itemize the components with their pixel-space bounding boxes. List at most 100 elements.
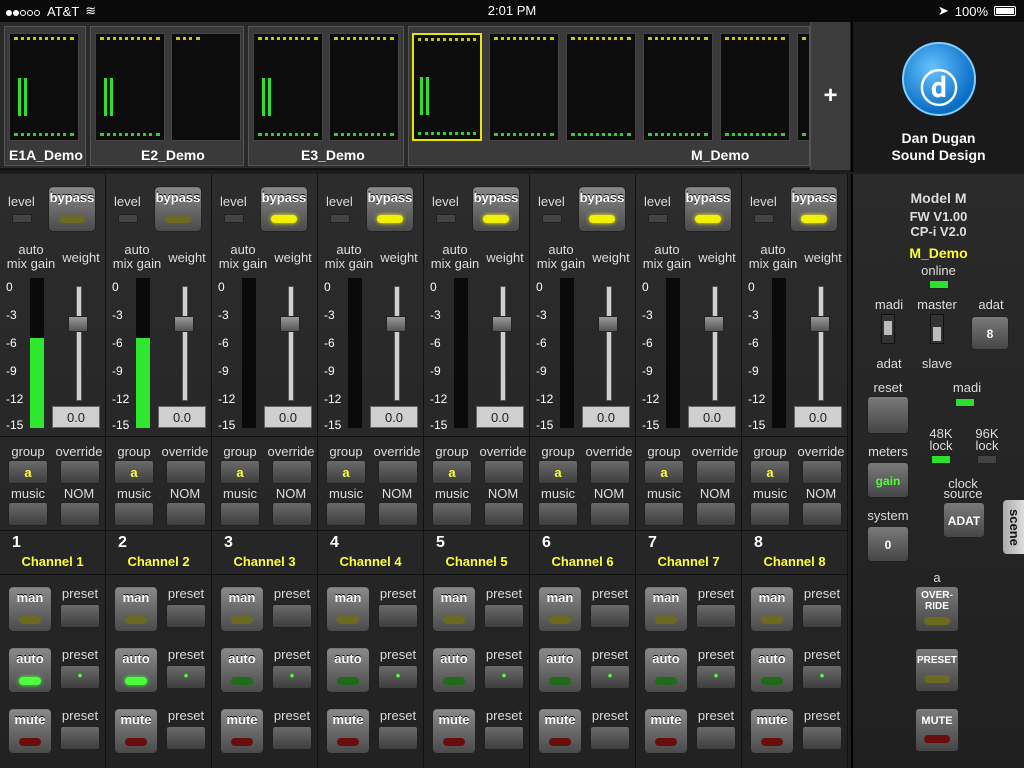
- group-select[interactable]: a: [114, 460, 154, 484]
- auto-preset-button[interactable]: •: [696, 665, 736, 689]
- weight-fader-track[interactable]: [606, 286, 612, 401]
- auto-button[interactable]: auto: [326, 647, 370, 693]
- channel-name[interactable]: Channel 2: [106, 554, 211, 569]
- mute-button[interactable]: mute: [432, 708, 476, 754]
- mute-button[interactable]: mute: [644, 708, 688, 754]
- auto-preset-button[interactable]: •: [590, 665, 630, 689]
- group-select[interactable]: a: [326, 460, 366, 484]
- auto-preset-button[interactable]: •: [272, 665, 312, 689]
- auto-button[interactable]: auto: [114, 647, 158, 693]
- man-button[interactable]: man: [538, 586, 582, 632]
- nom-button[interactable]: [60, 502, 100, 526]
- weight-fader-knob[interactable]: [492, 316, 512, 332]
- man-preset-button[interactable]: [60, 604, 100, 628]
- man-preset-button[interactable]: [590, 604, 630, 628]
- weight-value[interactable]: 0.0: [794, 406, 842, 428]
- weight-fader-track[interactable]: [500, 286, 506, 401]
- channel-name[interactable]: Channel 3: [212, 554, 317, 569]
- override-button[interactable]: [378, 460, 418, 484]
- weight-fader-track[interactable]: [394, 286, 400, 401]
- override-button[interactable]: [484, 460, 524, 484]
- madi-adat-switch[interactable]: [881, 314, 895, 344]
- weight-fader-knob[interactable]: [810, 316, 830, 332]
- unit-e2[interactable]: E2_Demo: [90, 26, 244, 166]
- unit-e3[interactable]: E3_Demo: [248, 26, 404, 166]
- mute-button[interactable]: mute: [8, 708, 52, 754]
- mute-preset-button[interactable]: [166, 726, 206, 750]
- group-select[interactable]: a: [220, 460, 260, 484]
- man-preset-button[interactable]: [802, 604, 842, 628]
- scene-tab[interactable]: scene: [1003, 500, 1024, 554]
- auto-button[interactable]: auto: [750, 647, 794, 693]
- override-button[interactable]: [802, 460, 842, 484]
- mute-preset-button[interactable]: [60, 726, 100, 750]
- channel-name[interactable]: Channel 1: [0, 554, 105, 569]
- auto-button[interactable]: auto: [8, 647, 52, 693]
- group-select[interactable]: a: [432, 460, 472, 484]
- reset-button[interactable]: [867, 396, 909, 434]
- bypass-button[interactable]: bypass: [472, 186, 520, 232]
- mute-preset-button[interactable]: [590, 726, 630, 750]
- mute-preset-button[interactable]: [696, 726, 736, 750]
- override-all-button[interactable]: OVER- RIDE: [915, 586, 959, 632]
- channel-name[interactable]: Channel 6: [530, 554, 635, 569]
- nom-button[interactable]: [272, 502, 312, 526]
- music-button[interactable]: [538, 502, 578, 526]
- man-preset-button[interactable]: [166, 604, 206, 628]
- preset-all-button[interactable]: PRESET: [915, 648, 959, 692]
- weight-fader-knob[interactable]: [280, 316, 300, 332]
- mute-button[interactable]: mute: [538, 708, 582, 754]
- weight-fader-knob[interactable]: [386, 316, 406, 332]
- bypass-button[interactable]: bypass: [154, 186, 202, 232]
- auto-button[interactable]: auto: [538, 647, 582, 693]
- weight-fader-knob[interactable]: [68, 316, 88, 332]
- weight-value[interactable]: 0.0: [688, 406, 736, 428]
- mute-button[interactable]: mute: [750, 708, 794, 754]
- weight-fader-track[interactable]: [288, 286, 294, 401]
- man-preset-button[interactable]: [484, 604, 524, 628]
- mute-preset-button[interactable]: [378, 726, 418, 750]
- bypass-button[interactable]: bypass: [48, 186, 96, 232]
- weight-fader-track[interactable]: [182, 286, 188, 401]
- override-button[interactable]: [166, 460, 206, 484]
- man-button[interactable]: man: [432, 586, 476, 632]
- group-select[interactable]: a: [644, 460, 684, 484]
- override-button[interactable]: [60, 460, 100, 484]
- man-button[interactable]: man: [750, 586, 794, 632]
- nom-button[interactable]: [590, 502, 630, 526]
- man-button[interactable]: man: [114, 586, 158, 632]
- nom-button[interactable]: [696, 502, 736, 526]
- nom-button[interactable]: [802, 502, 842, 526]
- system-button[interactable]: 0: [867, 526, 909, 562]
- nom-button[interactable]: [484, 502, 524, 526]
- adat-count-button[interactable]: 8: [971, 316, 1009, 350]
- weight-fader-knob[interactable]: [174, 316, 194, 332]
- unit-m[interactable]: M_Demo: [408, 26, 810, 166]
- man-preset-button[interactable]: [272, 604, 312, 628]
- music-button[interactable]: [114, 502, 154, 526]
- music-button[interactable]: [8, 502, 48, 526]
- man-button[interactable]: man: [644, 586, 688, 632]
- man-button[interactable]: man: [220, 586, 264, 632]
- weight-value[interactable]: 0.0: [52, 406, 100, 428]
- mute-preset-button[interactable]: [802, 726, 842, 750]
- channel-name[interactable]: Channel 8: [742, 554, 847, 569]
- weight-fader-track[interactable]: [818, 286, 824, 401]
- mute-all-button[interactable]: MUTE: [915, 708, 959, 752]
- auto-button[interactable]: auto: [644, 647, 688, 693]
- auto-preset-button[interactable]: •: [166, 665, 206, 689]
- channel-name[interactable]: Channel 4: [318, 554, 423, 569]
- weight-value[interactable]: 0.0: [370, 406, 418, 428]
- clock-source-button[interactable]: ADAT: [943, 502, 985, 538]
- mute-button[interactable]: mute: [220, 708, 264, 754]
- weight-fader-track[interactable]: [712, 286, 718, 401]
- nom-button[interactable]: [378, 502, 418, 526]
- auto-button[interactable]: auto: [220, 647, 264, 693]
- man-preset-button[interactable]: [378, 604, 418, 628]
- group-select[interactable]: a: [538, 460, 578, 484]
- meters-mode-button[interactable]: gain: [867, 462, 909, 498]
- mute-button[interactable]: mute: [114, 708, 158, 754]
- master-slave-switch[interactable]: [930, 314, 944, 344]
- channel-name[interactable]: Channel 7: [636, 554, 741, 569]
- bypass-button[interactable]: bypass: [684, 186, 732, 232]
